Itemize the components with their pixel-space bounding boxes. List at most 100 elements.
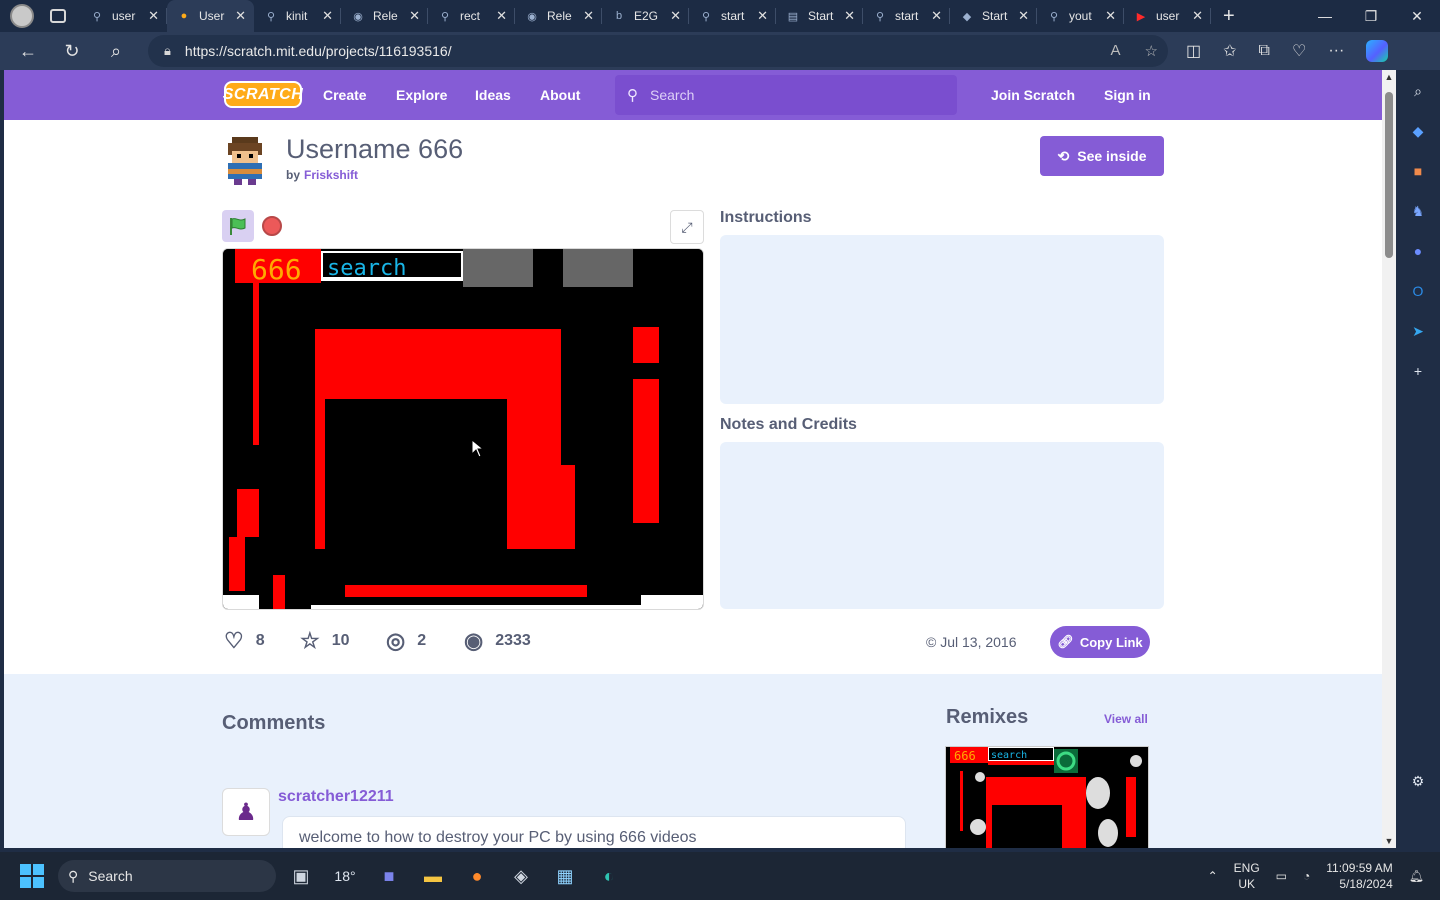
new-tab-button[interactable]: +	[1223, 5, 1235, 28]
scroll-up-icon[interactable]: ▲	[1384, 72, 1394, 82]
view-all-link[interactable]: View all	[1104, 712, 1148, 726]
chevron-up-icon[interactable]: ⌃	[1208, 869, 1218, 883]
scratch-logo[interactable]: SCRATCH	[223, 81, 303, 108]
browser-tab[interactable]: ⚲ kinit ✕	[254, 0, 341, 32]
sidebar-copilot-icon[interactable]: ●	[1409, 242, 1427, 260]
close-tab-icon[interactable]: ✕	[844, 8, 855, 24]
volume-icon[interactable]: ◔	[1303, 869, 1310, 883]
app-icon[interactable]: ▦	[552, 863, 578, 889]
weather-icon[interactable]: 18°	[332, 863, 358, 889]
close-window-button[interactable]: ✕	[1394, 0, 1440, 32]
browser-tab[interactable]: ◉ Rele ✕	[515, 0, 602, 32]
browser-tab[interactable]: ◆ Start ✕	[950, 0, 1037, 32]
teams-icon[interactable]: ■	[376, 863, 402, 889]
close-tab-icon[interactable]: ✕	[148, 8, 159, 24]
close-tab-icon[interactable]: ✕	[583, 8, 594, 24]
page-scrollbar[interactable]: ▲ ▼	[1382, 70, 1396, 848]
minimize-button[interactable]: —	[1302, 0, 1348, 32]
sidebar-tag-icon[interactable]: ◆	[1409, 122, 1427, 140]
scroll-down-icon[interactable]: ▼	[1384, 836, 1394, 846]
author-avatar[interactable]	[222, 137, 268, 185]
read-aloud-icon[interactable]: A	[1111, 42, 1121, 60]
join-scratch-link[interactable]: Join Scratch	[991, 70, 1075, 120]
close-tab-icon[interactable]: ✕	[1105, 8, 1116, 24]
heart-icon[interactable]: ♡	[224, 628, 244, 654]
task-view-icon[interactable]: ▣	[288, 863, 314, 889]
stop-button[interactable]	[256, 210, 288, 242]
virtualbox-icon[interactable]: ◈	[508, 863, 534, 889]
author-link[interactable]: Friskshift	[304, 168, 358, 182]
firefox-icon[interactable]: ●	[464, 863, 490, 889]
refresh-button[interactable]: ↻	[50, 41, 94, 62]
close-tab-icon[interactable]: ✕	[322, 8, 333, 24]
split-screen-icon[interactable]: ◫	[1186, 41, 1201, 61]
start-button[interactable]	[20, 864, 44, 888]
close-tab-icon[interactable]: ✕	[670, 8, 681, 24]
remix-thumbnail[interactable]: 666 search	[945, 746, 1149, 848]
comment-avatar[interactable]: ♟	[222, 788, 270, 836]
more-menu-icon[interactable]: ···	[1328, 42, 1344, 60]
green-flag-button[interactable]	[222, 210, 254, 242]
close-tab-icon[interactable]: ✕	[757, 8, 768, 24]
close-tab-icon[interactable]: ✕	[931, 8, 942, 24]
workspaces-icon[interactable]	[50, 9, 66, 23]
project-stage[interactable]: 666 search	[222, 248, 704, 610]
browser-tab[interactable]: b E2G ✕	[602, 0, 689, 32]
close-tab-icon[interactable]: ✕	[235, 8, 246, 24]
love-stat[interactable]: ♡ 8	[224, 628, 265, 654]
clock[interactable]: 11:09:59 AM 5/18/2024	[1326, 860, 1393, 892]
nav-about[interactable]: About	[540, 70, 580, 120]
comment-username[interactable]: scratcher12211	[278, 788, 394, 806]
nav-create[interactable]: Create	[323, 70, 367, 120]
browser-tab[interactable]: ⚲ start ✕	[863, 0, 950, 32]
close-tab-icon[interactable]: ✕	[496, 8, 507, 24]
browser-tab[interactable]: ⚲ user ✕	[80, 0, 167, 32]
search-icon[interactable]: ⌕	[94, 41, 138, 62]
close-tab-icon[interactable]: ✕	[1192, 8, 1203, 24]
scrollbar-thumb[interactable]	[1385, 92, 1393, 258]
notification-bell-icon[interactable]: 🔔︎	[1409, 869, 1424, 883]
address-bar[interactable]: 🔒︎ https://scratch.mit.edu/projects/1161…	[148, 35, 1168, 67]
star-icon[interactable]: ☆	[300, 628, 320, 654]
browser-tab[interactable]: ▤ Start ✕	[776, 0, 863, 32]
edge-icon[interactable]: ◐	[596, 863, 622, 889]
browser-tab[interactable]: ⚲ rect ✕	[428, 0, 515, 32]
sidebar-outlook-icon[interactable]: O	[1409, 282, 1427, 300]
back-button[interactable]: ←	[6, 41, 50, 62]
browser-tab[interactable]: ⚲ start ✕	[689, 0, 776, 32]
language-indicator[interactable]: ENG UK	[1234, 860, 1260, 892]
browser-tab[interactable]: ◉ Rele ✕	[341, 0, 428, 32]
nav-explore[interactable]: Explore	[396, 70, 447, 120]
file-explorer-icon[interactable]: ▬	[420, 863, 446, 889]
close-tab-icon[interactable]: ✕	[409, 8, 420, 24]
sidebar-send-icon[interactable]: ➤	[1409, 322, 1427, 340]
restore-button[interactable]: ❐	[1348, 0, 1394, 32]
collections-icon[interactable]: ⧉	[1259, 42, 1270, 60]
taskbar-search[interactable]: ⚲ Search	[58, 860, 276, 892]
lock-icon[interactable]: 🔒︎	[164, 43, 171, 59]
favorites-icon[interactable]: ✩	[1223, 41, 1236, 61]
sidebar-search-icon[interactable]: ⌕	[1409, 82, 1427, 100]
sidebar-add-icon[interactable]: +	[1409, 362, 1427, 380]
extensions-icon[interactable]: ♡	[1292, 41, 1306, 61]
sidebar-games-icon[interactable]: ♞	[1409, 202, 1427, 220]
sidebar-toolbox-icon[interactable]: ■	[1409, 162, 1427, 180]
fullscreen-button[interactable]: ⤢	[670, 210, 704, 244]
browser-tab[interactable]: ● User ✕	[167, 0, 254, 32]
profile-avatar[interactable]	[10, 4, 34, 28]
see-inside-button[interactable]: ⟲ See inside	[1040, 136, 1164, 176]
url-text[interactable]: https://scratch.mit.edu/projects/1161935…	[185, 43, 452, 59]
network-icon[interactable]: ▭	[1276, 869, 1287, 883]
search-input[interactable]: ⚲ Search	[615, 75, 957, 115]
browser-tab[interactable]: ⚲ yout ✕	[1037, 0, 1124, 32]
copy-link-button[interactable]: 🔗︎ Copy Link	[1050, 626, 1150, 658]
sidebar-settings-icon[interactable]: ⚙	[1409, 772, 1427, 790]
browser-tab-strip: ⚲ user ✕ ● User ✕ ⚲ kinit ✕ ◉ Rele ✕ ⚲ rect ✕ ◉ Rele ✕ b E2…	[0, 0, 1440, 32]
browser-tab[interactable]: ▶ user ✕	[1124, 0, 1211, 32]
favorite-star-icon[interactable]: ☆	[1145, 42, 1158, 60]
copilot-icon[interactable]	[1366, 40, 1389, 62]
close-tab-icon[interactable]: ✕	[1018, 8, 1029, 24]
favorite-stat[interactable]: ☆ 10	[300, 628, 350, 654]
nav-ideas[interactable]: Ideas	[475, 70, 511, 120]
sign-in-link[interactable]: Sign in	[1104, 70, 1151, 120]
